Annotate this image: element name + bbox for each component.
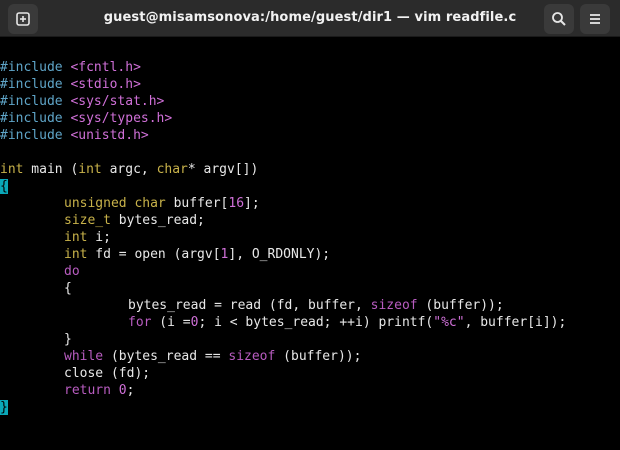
token: 16 [228, 196, 245, 211]
token: for [128, 315, 152, 330]
token: ]; [244, 196, 260, 211]
code-line: #include <fcntl.h> [0, 59, 620, 76]
token: <fcntl.h> [70, 60, 141, 75]
hamburger-menu-icon [590, 14, 600, 24]
token: bytes_read; [110, 213, 205, 228]
code-line: #include <unistd.h> [0, 127, 620, 144]
token: #include [0, 128, 63, 143]
token: <sys/types.h> [70, 111, 173, 126]
token: main ( [23, 162, 79, 177]
token: * argv[]) [187, 162, 259, 177]
window-title: guest@misamsonova:/home/guest/dir1 — vim… [103, 10, 517, 25]
code-line: return 0; [0, 382, 620, 399]
token: sizeof [228, 349, 276, 364]
token: #include [0, 111, 63, 126]
token: { [64, 281, 72, 296]
code-line: unsigned char buffer[16]; [0, 195, 620, 212]
code-line: bytes_read = read (fd, buffer, sizeof (b… [0, 297, 620, 314]
code-line: while (bytes_read == sizeof (buffer)); [0, 348, 620, 365]
token: int [78, 162, 102, 177]
token: (i = [151, 315, 191, 330]
code-line: #include <stdio.h> [0, 76, 620, 93]
token: ], O_RDONLY); [228, 247, 331, 262]
code-line: size_t bytes_read; [0, 212, 620, 229]
token: sizeof [370, 298, 418, 313]
menu-button[interactable] [580, 4, 610, 34]
matching-brace: } [0, 400, 8, 415]
token: char [134, 196, 166, 211]
token: <stdio.h> [70, 77, 141, 92]
token: size_t [64, 213, 111, 228]
token: int [0, 162, 24, 177]
token: #include [0, 60, 63, 75]
token: ; i < bytes_read; ++i) printf( [198, 315, 434, 330]
token: (buffer)); [275, 349, 362, 364]
code-line: { [0, 280, 620, 297]
token: (buffer)); [417, 298, 504, 313]
token: <sys/stat.h> [70, 94, 165, 109]
code-line: { [0, 178, 620, 195]
code-line: for (i =0; i < bytes_read; ++i) printf("… [0, 314, 620, 331]
titlebar: guest@misamsonova:/home/guest/dir1 — vim… [0, 0, 620, 37]
token: <unistd.h> [70, 128, 149, 143]
token: 0 [118, 383, 127, 398]
token: unsigned [64, 196, 127, 211]
code-line: int main (int argc, char* argv[]) [0, 161, 620, 178]
token: int [64, 247, 88, 262]
search-button[interactable] [544, 4, 574, 34]
token: #include [0, 94, 63, 109]
token: close (fd); [64, 366, 151, 381]
token: return [64, 383, 111, 398]
code-line: do [0, 263, 620, 280]
search-icon [552, 12, 566, 26]
token: "%c" [433, 315, 465, 330]
code-line: #include <sys/stat.h> [0, 93, 620, 110]
cursor-brace: { [0, 179, 8, 194]
token: i; [87, 230, 111, 245]
code-line: int i; [0, 229, 620, 246]
vim-editor[interactable]: #include <fcntl.h> #include <stdio.h> #inc… [0, 42, 620, 415]
code-line: #include <sys/types.h> [0, 110, 620, 127]
token: bytes_read = read (fd, buffer, [128, 298, 371, 313]
code-line: int fd = open (argv[1], O_RDONLY); [0, 246, 620, 263]
token: int [64, 230, 88, 245]
token: buffer[ [165, 196, 229, 211]
token: char [156, 162, 188, 177]
terminal-window: guest@misamsonova:/home/guest/dir1 — vim… [0, 0, 620, 415]
code-line: } [0, 331, 620, 348]
token: do [64, 264, 80, 279]
token: (bytes_read == [103, 349, 229, 364]
code-line: close (fd); [0, 365, 620, 382]
token: #include [0, 77, 63, 92]
token: } [64, 332, 72, 347]
token: while [64, 349, 104, 364]
token: argc, [101, 162, 157, 177]
token: fd = open (argv[ [87, 247, 221, 262]
token: ; [126, 383, 135, 398]
code-line: } [0, 399, 620, 416]
token: , buffer[i]); [464, 315, 567, 330]
